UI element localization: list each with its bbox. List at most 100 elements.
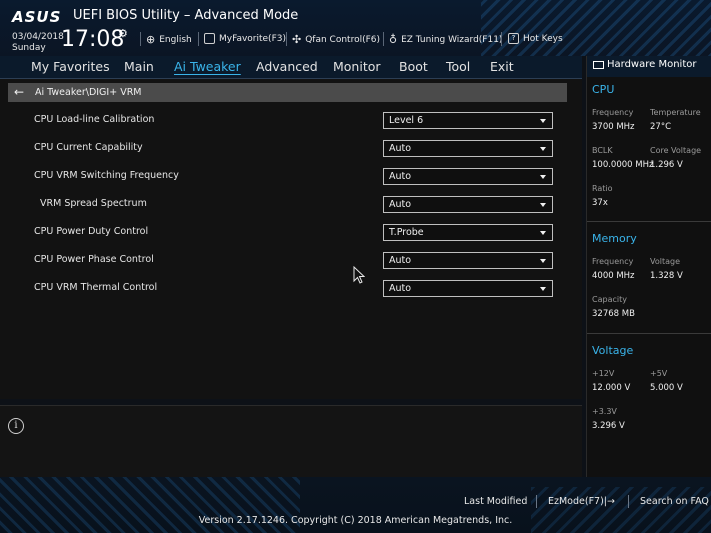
toolbar-divider xyxy=(286,32,287,46)
globe-icon: ⊕ xyxy=(146,33,156,46)
ratio-label: Ratio xyxy=(592,184,613,193)
tab-monitor[interactable]: Monitor xyxy=(333,59,381,74)
back-arrow-icon[interactable]: ← xyxy=(14,83,24,102)
bclk-label: BCLK xyxy=(592,146,613,155)
chevron-down-icon xyxy=(540,119,546,123)
toolbar-divider xyxy=(140,32,141,46)
tab-ai-tweaker[interactable]: Ai Tweaker xyxy=(174,59,241,74)
hardware-monitor-header: Hardware Monitor xyxy=(587,56,711,77)
setting-row-switching-frequency[interactable]: CPU VRM Switching Frequency Auto xyxy=(0,167,582,189)
hardware-monitor-panel: Hardware Monitor CPU Frequency Temperatu… xyxy=(586,56,711,477)
footer-divider xyxy=(628,495,629,508)
setting-row-thermal-control[interactable]: CPU VRM Thermal Control Auto xyxy=(0,279,582,301)
capacity-value: 32768 MB xyxy=(592,309,635,319)
toolbar-divider xyxy=(383,32,384,46)
power-phase-control-select[interactable]: Auto xyxy=(383,252,553,269)
ezmode-button[interactable]: EzMode(F7)|→ xyxy=(548,496,615,507)
cpu-temperature-label: Temperature xyxy=(650,108,701,117)
language-label: English xyxy=(159,34,192,45)
setting-label: CPU Load-line Calibration xyxy=(34,114,155,125)
chevron-down-icon xyxy=(540,203,546,207)
setting-row-load-line[interactable]: CPU Load-line Calibration Level 6 xyxy=(0,111,582,133)
setting-label: VRM Spread Spectrum xyxy=(40,198,147,209)
last-modified-button[interactable]: Last Modified xyxy=(464,496,527,507)
settings-panel: ← Ai Tweaker\DIGI+ VRM CPU Load-line Cal… xyxy=(0,79,582,399)
info-icon: i xyxy=(8,418,24,434)
fan-icon: ✣ xyxy=(292,33,302,46)
setting-row-power-duty[interactable]: CPU Power Duty Control T.Probe xyxy=(0,223,582,245)
memory-frequency-value: 4000 MHz xyxy=(592,271,635,281)
setting-label: CPU Power Duty Control xyxy=(34,226,149,237)
tab-exit[interactable]: Exit xyxy=(490,59,514,74)
breadcrumb-path: Ai Tweaker\DIGI+ VRM xyxy=(35,87,142,98)
footer-bar: Last Modified EzMode(F7)|→ Search on FAQ… xyxy=(0,477,711,533)
section-divider xyxy=(587,333,711,334)
hardware-monitor-title: Hardware Monitor xyxy=(607,59,697,70)
cpu-section-heading: CPU xyxy=(592,83,615,96)
chevron-down-icon xyxy=(540,175,546,179)
thermal-control-select[interactable]: Auto xyxy=(383,280,553,297)
core-voltage-value: 1.296 V xyxy=(650,160,683,170)
v12-value: 12.000 V xyxy=(592,383,631,393)
ezmode-label: EzMode(F7)| xyxy=(548,496,607,507)
search-faq-button[interactable]: Search on FAQ xyxy=(640,496,709,507)
ez-tuning-label: EZ Tuning Wizard(F11) xyxy=(401,34,503,45)
gear-icon[interactable]: ⚙ xyxy=(118,27,128,40)
hot-keys-button[interactable]: ? Hot Keys xyxy=(508,33,563,44)
select-value: Auto xyxy=(389,199,412,210)
core-voltage-label: Core Voltage xyxy=(650,146,702,155)
tab-tool[interactable]: Tool xyxy=(446,59,470,74)
app-title: UEFI BIOS Utility – Advanced Mode xyxy=(73,8,299,23)
language-button[interactable]: ⊕ English xyxy=(146,33,192,46)
v33-label: +3.3V xyxy=(592,407,617,416)
ez-tuning-wizard-button[interactable]: ♁ EZ Tuning Wizard(F11) xyxy=(389,33,502,46)
power-duty-control-select[interactable]: T.Probe xyxy=(383,224,553,241)
question-icon: ? xyxy=(508,33,519,44)
switching-frequency-select[interactable]: Auto xyxy=(383,168,553,185)
clock-time: 17:08 xyxy=(61,27,125,52)
tab-advanced[interactable]: Advanced xyxy=(256,59,318,74)
qfan-label: Qfan Control(F6) xyxy=(305,34,381,45)
load-line-calibration-select[interactable]: Level 6 xyxy=(383,112,553,129)
memory-section-heading: Memory xyxy=(592,232,637,245)
section-divider xyxy=(587,221,711,222)
tab-my-favorites[interactable]: My Favorites xyxy=(31,59,110,74)
myfavorite-button[interactable]: MyFavorite(F3) xyxy=(204,33,286,44)
memory-frequency-label: Frequency xyxy=(592,257,634,266)
memory-voltage-value: 1.328 V xyxy=(650,271,683,281)
select-value: Auto xyxy=(389,255,412,266)
setting-label: CPU Power Phase Control xyxy=(34,254,154,265)
chevron-down-icon xyxy=(540,147,546,151)
spread-spectrum-select[interactable]: Auto xyxy=(383,196,553,213)
myfavorite-label: MyFavorite(F3) xyxy=(219,33,286,44)
ratio-value: 37x xyxy=(592,198,608,208)
select-value: Auto xyxy=(389,283,412,294)
breadcrumb[interactable]: ← Ai Tweaker\DIGI+ VRM xyxy=(8,83,567,102)
memory-voltage-label: Voltage xyxy=(650,257,681,266)
asus-logo: ASUS xyxy=(12,8,62,26)
setting-label: CPU Current Capability xyxy=(34,142,143,153)
date-display: 03/04/2018 Sunday xyxy=(12,32,64,54)
qfan-control-button[interactable]: ✣ Qfan Control(F6) xyxy=(292,33,380,46)
toolbar-divider xyxy=(501,32,502,46)
chevron-down-icon xyxy=(540,231,546,235)
chevron-down-icon xyxy=(540,287,546,291)
select-value: Auto xyxy=(389,143,412,154)
setting-label: CPU VRM Thermal Control xyxy=(34,282,158,293)
setting-row-current-capability[interactable]: CPU Current Capability Auto xyxy=(0,139,582,161)
lightbulb-icon: ♁ xyxy=(389,33,398,46)
voltage-section-heading: Voltage xyxy=(592,344,634,357)
help-panel: i xyxy=(0,405,582,478)
header-bar: ASUS UEFI BIOS Utility – Advanced Mode 0… xyxy=(0,0,711,56)
setting-row-spread-spectrum[interactable]: VRM Spread Spectrum Auto xyxy=(0,195,582,217)
tab-main[interactable]: Main xyxy=(124,59,154,74)
cpu-frequency-value: 3700 MHz xyxy=(592,122,635,132)
header-decoration xyxy=(481,0,711,56)
tab-boot[interactable]: Boot xyxy=(399,59,428,74)
cpu-temperature-value: 27°C xyxy=(650,122,672,132)
monitor-icon xyxy=(593,61,604,69)
setting-row-power-phase[interactable]: CPU Power Phase Control Auto xyxy=(0,251,582,273)
current-capability-select[interactable]: Auto xyxy=(383,140,553,157)
toolbar-divider xyxy=(198,32,199,46)
select-value: Level 6 xyxy=(389,115,424,126)
